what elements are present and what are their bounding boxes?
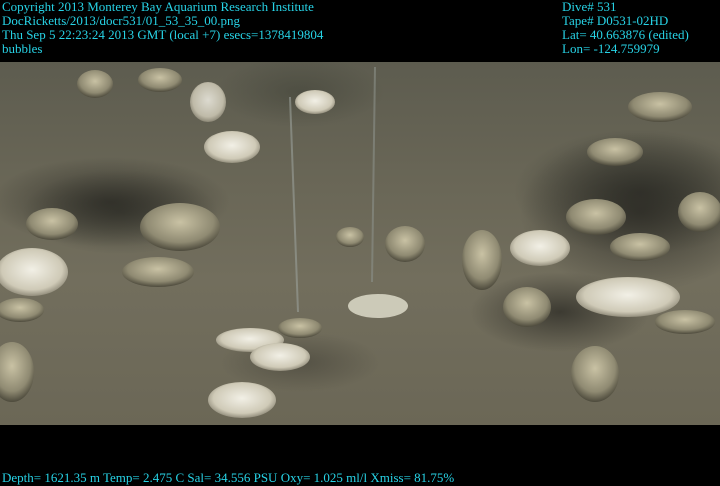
tape-number-text: Tape# D0531-02HD: [562, 13, 669, 28]
file-path-text: DocRicketts/2013/docr531/01_53_35_00.png: [2, 13, 240, 28]
dive-number-text: Dive# 531: [562, 0, 617, 14]
annotation-text: bubbles: [2, 41, 43, 56]
video-frame: Copyright 2013 Monterey Bay Aquarium Res…: [0, 0, 720, 486]
clam-bed-illustration: [0, 66, 720, 418]
longitude-text: Lon= -124.759979: [562, 41, 660, 56]
copyright-text: Copyright 2013 Monterey Bay Aquarium Res…: [2, 0, 314, 14]
latitude-text: Lat= 40.663876 (edited): [562, 27, 689, 42]
timestamp-text: Thu Sep 5 22:23:24 2013 GMT (local +7) e…: [2, 27, 324, 42]
seafloor-image: [0, 62, 720, 425]
sensor-readout-text: Depth= 1621.35 m Temp= 2.475 C Sal= 34.5…: [2, 470, 455, 485]
